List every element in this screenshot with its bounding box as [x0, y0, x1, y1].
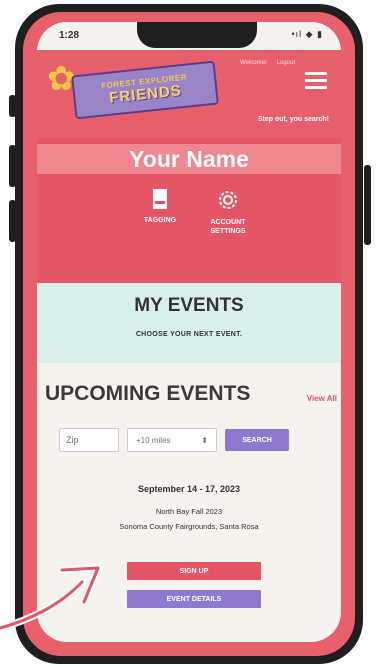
tagging-label: TAGGING: [143, 217, 177, 224]
hamburger-menu-icon[interactable]: [305, 72, 327, 90]
tagging-button[interactable]: TAGGING: [125, 188, 195, 225]
header-tagline: Step out, you search!: [257, 116, 329, 123]
profile-section: Your Name TAGGING ACCOUNT SETTINGS: [37, 138, 341, 283]
my-events-title: MY EVENTS: [134, 295, 244, 316]
zip-input[interactable]: [59, 428, 119, 452]
site-header: ✿ FOREST EXPLORER FRIENDS Welcome! Logou…: [37, 50, 341, 138]
site-logo[interactable]: ✿ FOREST EXPLORER FRIENDS: [45, 58, 219, 120]
gear-icon: [219, 191, 237, 209]
distance-select[interactable]: +10 miles ⬍: [127, 428, 217, 452]
profile-name: Your Name: [37, 144, 341, 174]
view-all-link[interactable]: View All: [307, 394, 337, 403]
event-search-row: +10 miles ⬍ SEARCH: [59, 428, 289, 452]
status-time: 1:28: [59, 30, 80, 41]
my-events-section: MY EVENTS CHOOSE YOUR NEXT EVENT.: [37, 283, 341, 363]
status-icons: •ıl ◆ ▮: [291, 29, 323, 39]
phone-power-button: [364, 165, 371, 245]
event-date: September 14 - 17, 2023: [137, 484, 241, 494]
account-settings-label: ACCOUNT SETTINGS: [210, 219, 246, 235]
logo-badge: FOREST EXPLORER FRIENDS: [71, 60, 219, 120]
account-settings-button[interactable]: ACCOUNT SETTINGS: [193, 188, 263, 236]
select-arrows-icon: ⬍: [201, 435, 208, 445]
header-link-logout[interactable]: Logout: [277, 60, 295, 66]
event-details-button[interactable]: EVENT DETAILS: [127, 590, 261, 608]
header-links: Welcome! Logout: [240, 60, 295, 66]
search-button[interactable]: SEARCH: [225, 429, 289, 451]
upcoming-events-title: UPCOMING EVENTS: [45, 382, 251, 405]
sign-up-button[interactable]: SIGN UP: [127, 562, 261, 580]
phone-notch: [137, 22, 257, 48]
tag-card-icon: [153, 189, 167, 209]
my-events-subtitle: CHOOSE YOUR NEXT EVENT.: [135, 331, 243, 338]
pointer-arrow-icon: [0, 564, 102, 632]
header-link-welcome[interactable]: Welcome!: [240, 60, 267, 66]
distance-value: +10 miles: [136, 435, 171, 445]
